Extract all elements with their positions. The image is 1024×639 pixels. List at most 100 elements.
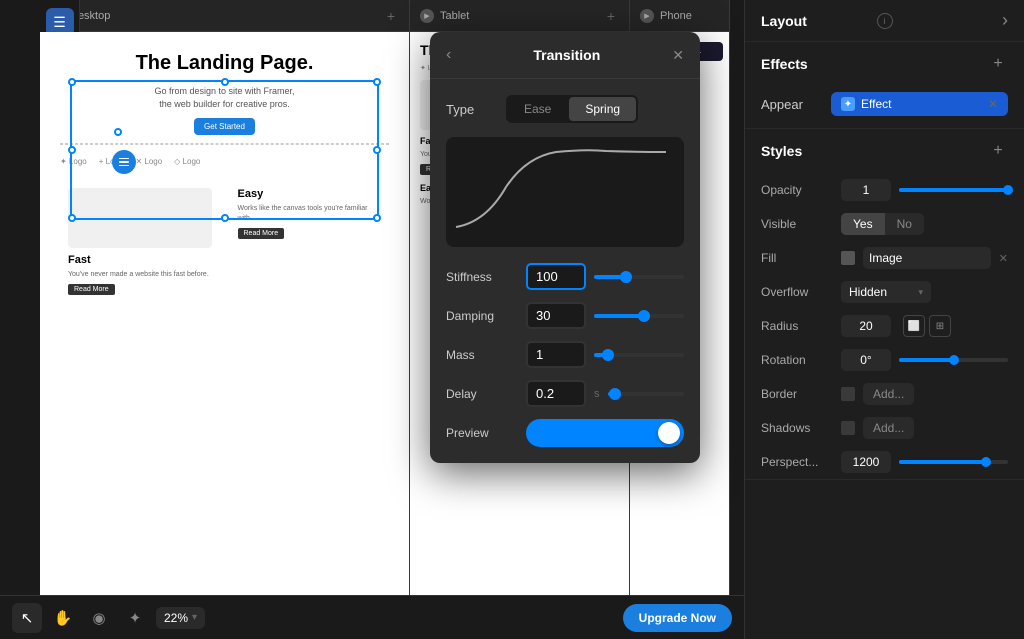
- cursor-tool[interactable]: ↖: [12, 603, 42, 633]
- bottom-toolbar: ↖ ✋ ◉ ✦ 22% ▾ Upgrade Now: [0, 595, 744, 639]
- effects-title: Effects: [761, 56, 808, 72]
- desktop-add-btn[interactable]: +: [383, 8, 399, 24]
- layout-add-btn[interactable]: ›: [1002, 10, 1008, 31]
- delay-label: Delay: [446, 387, 518, 401]
- visible-no-btn[interactable]: No: [885, 213, 924, 235]
- right-panel: Layout i › Effects + Appear ✦ Effect ✕: [744, 0, 1024, 639]
- rotation-value[interactable]: 0°: [841, 349, 891, 371]
- effect-name: Effect: [861, 97, 891, 111]
- perspective-value[interactable]: 1200: [841, 451, 891, 473]
- visible-yes-btn[interactable]: Yes: [841, 213, 885, 235]
- effect-badge[interactable]: ✦ Effect ✕: [831, 92, 1008, 116]
- fast-desc: You've never made a website this fast be…: [68, 270, 212, 280]
- zoom-control[interactable]: 22% ▾: [156, 607, 205, 629]
- tablet-add-btn[interactable]: +: [603, 8, 619, 24]
- effects-add-btn[interactable]: +: [988, 54, 1008, 74]
- handle-tl[interactable]: [68, 78, 76, 86]
- preview-thumb: [658, 422, 680, 444]
- stiffness-label: Stiffness: [446, 270, 518, 284]
- mass-slider[interactable]: [594, 353, 684, 357]
- fill-value[interactable]: Image: [863, 247, 991, 269]
- stiffness-slider[interactable]: [594, 275, 684, 279]
- light-tool[interactable]: ✦: [120, 603, 150, 633]
- mass-input[interactable]: [526, 341, 586, 368]
- modal-header: ‹ Transition ✕: [430, 32, 700, 79]
- tablet-tab[interactable]: ▶ Tablet +: [410, 0, 629, 32]
- spring-graph: [446, 137, 684, 247]
- fill-remove-btn[interactable]: ✕: [999, 252, 1008, 265]
- preview-track[interactable]: [526, 419, 684, 447]
- handle-br[interactable]: [373, 214, 381, 222]
- delay-row: Delay s: [446, 380, 684, 407]
- tablet-play-icon[interactable]: ▶: [420, 9, 434, 23]
- hand-tool[interactable]: ✋: [48, 603, 78, 633]
- handle-tr[interactable]: [373, 78, 381, 86]
- easy-read-more[interactable]: Read More: [238, 228, 285, 239]
- fast-title: Fast: [68, 254, 212, 266]
- preview-row: Preview: [446, 419, 684, 447]
- phone-play-icon[interactable]: ▶: [640, 9, 654, 23]
- opacity-label: Opacity: [761, 183, 833, 197]
- phone-tab[interactable]: ▶ Phone: [630, 0, 729, 32]
- stiffness-input[interactable]: [526, 263, 586, 290]
- fill-swatch[interactable]: [841, 251, 855, 265]
- modal-close-button[interactable]: ✕: [672, 47, 684, 64]
- type-label: Type: [446, 102, 506, 117]
- shadows-swatch[interactable]: [841, 421, 855, 435]
- appear-effect: Appear ✦ Effect ✕: [745, 86, 1024, 128]
- perspective-label: Perspect...: [761, 455, 833, 469]
- damping-input[interactable]: [526, 302, 586, 329]
- fill-row: Fill Image ✕: [745, 241, 1024, 275]
- layout-title: Layout: [761, 13, 871, 29]
- handle-b[interactable]: [221, 214, 229, 222]
- overflow-label: Overflow: [761, 285, 833, 299]
- shadows-label: Shadows: [761, 421, 833, 435]
- damping-label: Damping: [446, 309, 518, 323]
- damping-slider[interactable]: [594, 314, 684, 318]
- handle-bl[interactable]: [68, 214, 76, 222]
- handle-r[interactable]: [373, 146, 381, 154]
- radius-icons: ⬜ ⊞: [903, 315, 951, 337]
- desktop-tab[interactable]: ▶ Desktop +: [40, 0, 409, 32]
- upgrade-button[interactable]: Upgrade Now: [623, 604, 732, 632]
- layout-info-icon[interactable]: i: [877, 13, 893, 29]
- shadows-add-btn[interactable]: Add...: [863, 417, 914, 439]
- delay-input[interactable]: [526, 380, 586, 407]
- desktop-frame: ▶ Desktop + The Landing Page.: [40, 0, 410, 595]
- handle-t[interactable]: [221, 78, 229, 86]
- effect-badge-icon: ✦: [841, 97, 855, 111]
- radius-row: Radius 20 ⬜ ⊞: [745, 309, 1024, 343]
- overflow-select[interactable]: Hidden ▾: [841, 281, 931, 303]
- preview-label: Preview: [446, 426, 518, 440]
- zoom-chevron-icon: ▾: [192, 612, 197, 623]
- type-spring[interactable]: Spring: [569, 97, 636, 121]
- delay-slider[interactable]: [608, 392, 685, 396]
- border-add-btn[interactable]: Add...: [863, 383, 914, 405]
- effects-section: Effects + Appear ✦ Effect ✕: [745, 42, 1024, 129]
- fast-read-more[interactable]: Read More: [68, 284, 115, 295]
- styles-add-btn[interactable]: +: [988, 141, 1008, 161]
- rotation-label: Rotation: [761, 353, 833, 367]
- mass-row: Mass: [446, 341, 684, 368]
- selection-box[interactable]: [70, 80, 379, 220]
- perspective-slider[interactable]: [899, 460, 1008, 464]
- comment-tool[interactable]: ◉: [84, 603, 114, 633]
- rotate-handle[interactable]: [114, 128, 122, 136]
- type-ease[interactable]: Ease: [508, 97, 567, 121]
- border-label: Border: [761, 387, 833, 401]
- appear-label: Appear: [761, 97, 821, 112]
- radius-all-icon[interactable]: ⬜: [903, 315, 925, 337]
- opacity-value[interactable]: 1: [841, 179, 891, 201]
- modal-back-button[interactable]: ‹: [446, 46, 451, 64]
- phone-tab-label: Phone: [660, 10, 692, 22]
- border-row: Border Add...: [745, 377, 1024, 411]
- styles-section: Styles + Opacity 1 Visible Yes No: [745, 129, 1024, 480]
- opacity-slider[interactable]: [899, 188, 1008, 192]
- handle-l[interactable]: [68, 146, 76, 154]
- effect-remove-btn[interactable]: ✕: [988, 97, 998, 111]
- radius-individual-icon[interactable]: ⊞: [929, 315, 951, 337]
- border-swatch[interactable]: [841, 387, 855, 401]
- rotation-slider[interactable]: [899, 358, 1008, 362]
- type-toggle: Ease Spring: [506, 95, 638, 123]
- radius-value[interactable]: 20: [841, 315, 891, 337]
